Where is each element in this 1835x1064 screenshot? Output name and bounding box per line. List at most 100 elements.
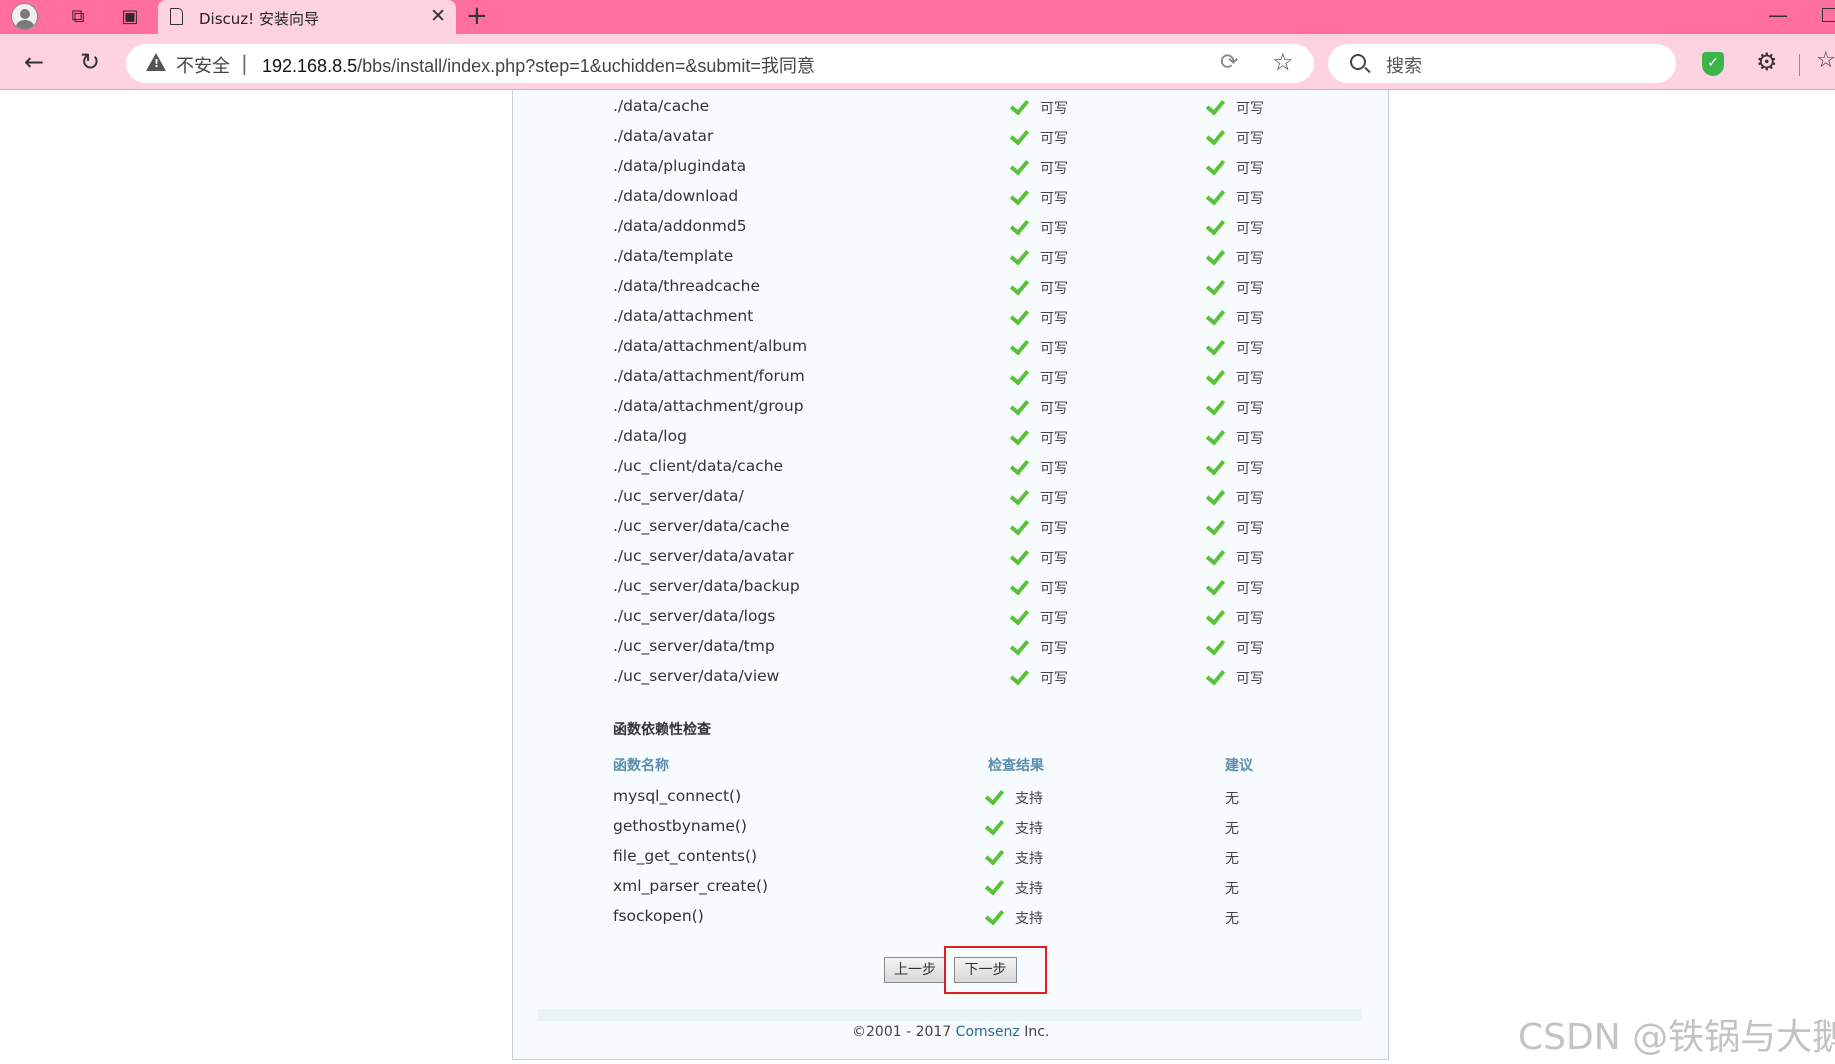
directory-path: ./data/attachment/forum [613,367,805,385]
check-icon [1012,216,1030,234]
required-status: 可写 [1236,161,1264,177]
check-icon [1012,456,1030,474]
current-status: 可写 [1040,521,1068,537]
directory-path: ./uc_client/data/cache [613,457,784,475]
profile-avatar[interactable] [11,3,38,30]
check-icon [1012,336,1030,354]
required-status: 可写 [1236,401,1264,417]
back-button[interactable]: ← [18,46,50,78]
check-icon [1012,366,1030,384]
directory-path: ./data/plugindata [613,157,747,175]
check-icon [1208,96,1226,114]
required-status: 可写 [1236,341,1264,357]
close-tab-icon[interactable]: ✕ [430,5,446,27]
current-status: 可写 [1040,341,1068,357]
reload-button[interactable]: ↻ [74,46,106,78]
page-icon [170,8,183,25]
advice-value: 无 [1225,851,1239,867]
check-icon [1208,606,1226,624]
check-icon [1012,186,1030,204]
current-status: 可写 [1040,311,1068,327]
check-icon [1208,186,1226,204]
required-status: 可写 [1236,311,1264,327]
check-icon [1012,396,1030,414]
footer-copyright: ©2001 - 2017 Comsenz Inc. [852,1024,1049,1040]
shield-icon[interactable]: ✓ [1702,52,1724,76]
copyright-years: ©2001 - 2017 [852,1024,952,1040]
check-icon [1208,276,1226,294]
favorites-icon[interactable]: ☆ [1816,48,1835,73]
column-function-name: 函数名称 [613,758,669,774]
required-status: 可写 [1236,671,1264,687]
directory-path: ./data/attachment [613,307,754,325]
check-icon [1012,156,1030,174]
advice-value: 无 [1225,821,1239,837]
check-result: 支持 [1015,881,1043,897]
required-status: 可写 [1236,431,1264,447]
insecure-label[interactable]: 不安全 [176,52,230,78]
check-icon [1012,606,1030,624]
current-status: 可写 [1040,101,1068,117]
separator: | [241,51,248,75]
check-icon [1012,546,1030,564]
check-result: 支持 [1015,791,1043,807]
current-status: 可写 [1040,671,1068,687]
function-name: xml_parser_create() [613,877,769,895]
directory-path: ./data/cache [613,97,710,115]
column-advice: 建议 [1225,758,1253,774]
check-icon [1208,336,1226,354]
tab-discuz-install[interactable]: Discuz! 安装向导 ✕ [158,0,456,34]
search-box[interactable]: 搜索 [1328,44,1676,83]
current-status: 可写 [1040,251,1068,267]
check-icon [1012,246,1030,264]
address-bar[interactable]: ! 不安全 | 192.168.8.5/bbs/install/index.ph… [126,44,1314,83]
check-icon [1208,576,1226,594]
footer-bar [538,1009,1362,1021]
collections-icon[interactable]: ⧉ [64,3,92,31]
required-status: 可写 [1236,581,1264,597]
tab-actions-icon[interactable]: ▣ [116,3,144,31]
check-icon [1012,96,1030,114]
check-icon [1012,276,1030,294]
required-status: 可写 [1236,191,1264,207]
directory-path: ./uc_server/data/backup [613,577,800,595]
check-icon [1208,516,1226,534]
search-placeholder: 搜索 [1386,56,1422,77]
check-icon [1208,306,1226,324]
search-icon [1350,54,1366,70]
check-icon [1012,306,1030,324]
maximize-button[interactable] [1822,8,1835,22]
function-check-title: 函数依赖性检查 [613,722,711,738]
directory-path: ./uc_server/data/ [613,487,744,505]
advice-value: 无 [1225,911,1239,927]
required-status: 可写 [1236,641,1264,657]
directory-path: ./data/threadcache [613,277,760,295]
check-icon [987,876,1005,894]
advice-value: 无 [1225,791,1239,807]
check-icon [1208,636,1226,654]
directory-path: ./uc_server/data/avatar [613,547,794,565]
new-tab-button[interactable]: + [466,2,488,30]
required-status: 可写 [1236,521,1264,537]
function-name: file_get_contents() [613,847,758,865]
translate-icon[interactable]: ⟳ [1220,50,1238,75]
prev-step-button[interactable]: 上一步 [884,957,946,983]
minimize-button[interactable]: — [1768,3,1788,27]
url-text[interactable]: 192.168.8.5/bbs/install/index.php?step=1… [262,52,815,78]
required-status: 可写 [1236,131,1264,147]
toolbar-divider [1799,54,1800,76]
warning-icon[interactable]: ! [146,53,166,71]
brand-link[interactable]: Comsenz [956,1024,1020,1040]
column-check-result: 检查结果 [988,758,1044,774]
check-icon [1208,426,1226,444]
favorite-star-icon[interactable]: ☆ [1272,48,1294,76]
required-status: 可写 [1236,461,1264,477]
tab-title: Discuz! 安装向导 [199,10,319,28]
required-status: 可写 [1236,611,1264,627]
watermark: CSDN @铁锅与大鹅 [1518,1017,1835,1058]
current-status: 可写 [1040,131,1068,147]
directory-path: ./uc_server/data/cache [613,517,790,535]
check-icon [1208,546,1226,564]
current-status: 可写 [1040,641,1068,657]
extensions-icon[interactable]: ⚙ [1756,48,1778,76]
